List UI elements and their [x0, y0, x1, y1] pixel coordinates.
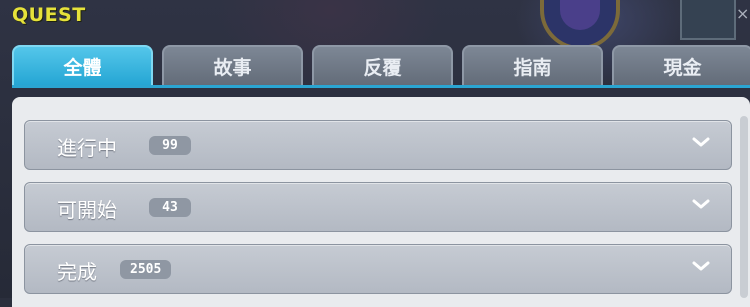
- window-title: QUEST: [12, 4, 86, 26]
- tab-guide[interactable]: 指南: [462, 45, 603, 85]
- section-in-progress[interactable]: 進行中 99: [24, 120, 732, 170]
- tab-repeat[interactable]: 反覆: [312, 45, 453, 85]
- chevron-down-icon[interactable]: [691, 259, 711, 273]
- section-label: 可開始: [57, 198, 117, 222]
- section-label: 進行中: [57, 136, 117, 160]
- tab-cash[interactable]: 現金: [612, 45, 750, 85]
- quest-tabs: 全體 故事 反覆 指南 現金: [12, 45, 750, 85]
- close-icon[interactable]: ×: [736, 6, 750, 22]
- tab-underline: [12, 85, 750, 88]
- tab-all[interactable]: 全體: [12, 45, 153, 85]
- section-completed[interactable]: 完成 2505: [24, 244, 732, 294]
- section-available[interactable]: 可開始 43: [24, 182, 732, 232]
- scrollbar[interactable]: [740, 116, 748, 298]
- count-badge: 99: [149, 136, 191, 155]
- count-badge: 2505: [120, 260, 172, 279]
- chevron-down-icon[interactable]: [691, 197, 711, 211]
- section-label: 完成: [57, 260, 97, 284]
- chevron-down-icon[interactable]: [691, 135, 711, 149]
- background-panel: [680, 0, 736, 40]
- count-badge: 43: [149, 198, 191, 217]
- tab-story[interactable]: 故事: [162, 45, 303, 85]
